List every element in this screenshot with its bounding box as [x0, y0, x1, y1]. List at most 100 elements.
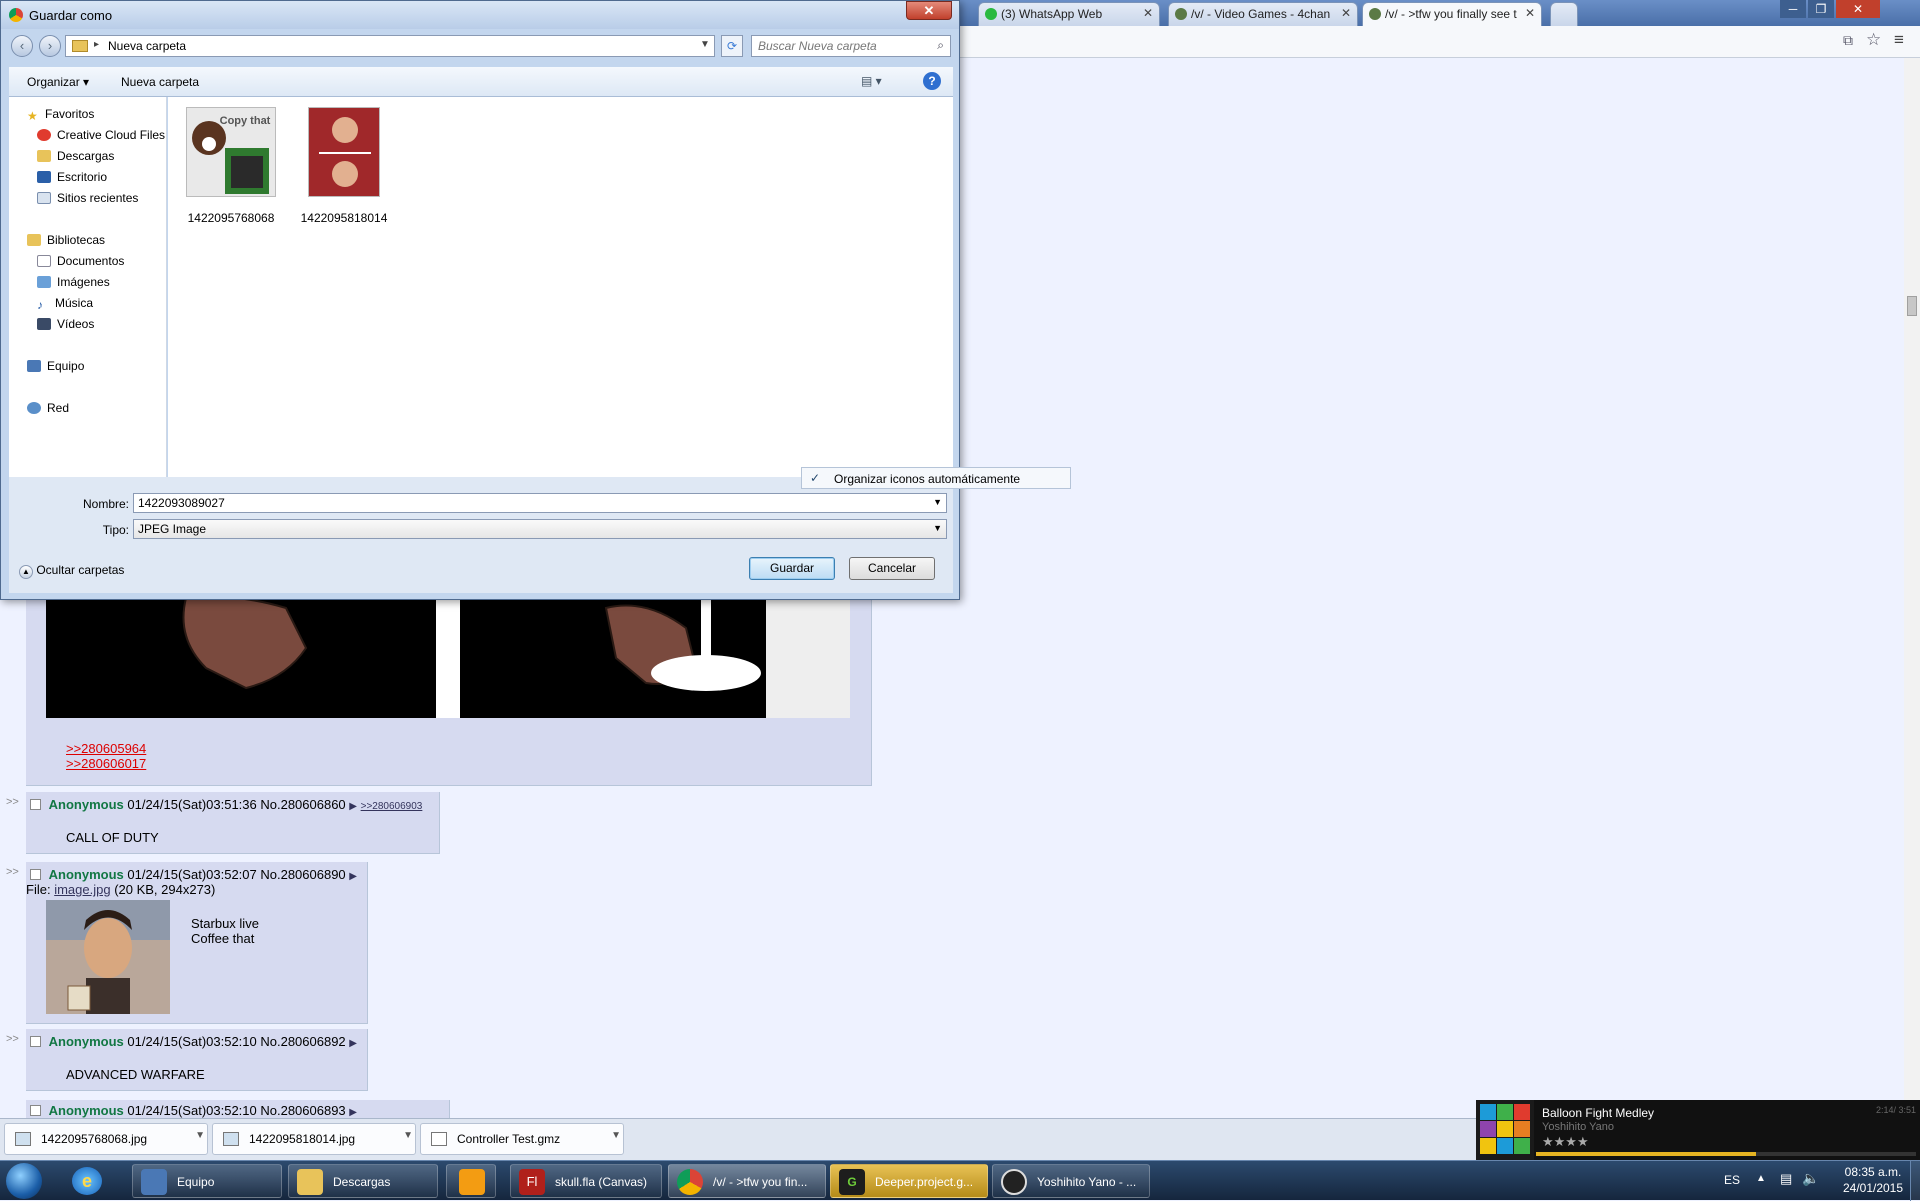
taskbar-computer[interactable]: Equipo — [132, 1164, 282, 1198]
back-button[interactable]: ‹ — [11, 35, 33, 57]
rating-stars[interactable]: ★★★★ — [1542, 1134, 1589, 1150]
cancel-button[interactable]: Cancelar — [849, 557, 935, 580]
file-link[interactable]: image.jpg — [54, 882, 110, 897]
post-menu-icon[interactable]: ▶ — [349, 1038, 357, 1049]
breadcrumb-chevron-icon[interactable]: ▸ — [94, 39, 99, 50]
post-thumbnail[interactable] — [46, 900, 170, 1014]
help-icon[interactable]: ? — [923, 72, 941, 90]
view-options-icon[interactable]: ▤ ▾ — [861, 74, 882, 88]
chevron-down-icon[interactable]: ▼ — [195, 1130, 205, 1141]
post-checkbox[interactable] — [30, 1036, 41, 1047]
clock-date[interactable]: 24/01/2015 — [1838, 1181, 1908, 1195]
backlink[interactable]: >>280606903 — [361, 801, 423, 812]
nav-pictures[interactable]: Imágenes — [37, 275, 110, 289]
op-quote-1[interactable]: >>280605964 — [66, 741, 146, 756]
close-window-icon[interactable]: ✕ — [1836, 0, 1880, 18]
taskbar-downloads[interactable]: Descargas — [288, 1164, 438, 1198]
chevron-down-icon[interactable]: ▼ — [611, 1130, 621, 1141]
windows-taskbar: e Equipo Descargas Fl skull.fla (Canvas) … — [0, 1160, 1920, 1201]
organize-menu[interactable]: Organizar ▾ — [27, 75, 89, 89]
close-tab-icon[interactable]: ✕ — [1341, 6, 1351, 20]
op-quote-2[interactable]: >>280606017 — [66, 756, 146, 771]
volume-icon[interactable]: 🔈 — [1802, 1170, 1819, 1187]
taskbar-flash[interactable]: Fl skull.fla (Canvas) — [510, 1164, 662, 1198]
post-menu-icon[interactable]: ▶ — [349, 871, 357, 882]
chevron-down-icon[interactable]: ▼ — [403, 1130, 413, 1141]
reply-post-with-image: Anonymous 01/24/15(Sat)03:52:07 No.28060… — [26, 862, 368, 1024]
post-menu-icon[interactable]: ▶ — [349, 801, 357, 812]
chevron-down-icon[interactable]: ▼ — [933, 523, 942, 533]
tab-whatsapp[interactable]: (3) WhatsApp Web ✕ — [978, 2, 1160, 26]
download-item[interactable]: 1422095768068.jpg ▼ — [4, 1123, 208, 1155]
op-image[interactable] — [46, 588, 850, 718]
nav-downloads[interactable]: Descargas — [37, 149, 114, 163]
restore-icon[interactable]: ❐ — [1808, 0, 1834, 18]
post-checkbox[interactable] — [30, 1105, 41, 1116]
breadcrumb[interactable]: Nueva carpeta — [108, 39, 186, 53]
tab-4chan-v[interactable]: /v/ - Video Games - 4chan ✕ — [1168, 2, 1358, 26]
folder-icon — [297, 1169, 323, 1195]
dialog-titlebar: Guardar como — [1, 1, 959, 29]
close-icon[interactable]: ✕ — [906, 1, 952, 20]
nav-computer[interactable]: Equipo — [27, 359, 84, 373]
nav-network[interactable]: Red — [27, 401, 69, 415]
chevron-down-icon[interactable]: ▼ — [700, 39, 710, 50]
nav-videos[interactable]: Vídeos — [37, 317, 94, 331]
taskbar-music-app[interactable]: Yoshihito Yano - ... — [992, 1164, 1150, 1198]
language-indicator[interactable]: ES — [1724, 1173, 1740, 1187]
taskbar-media-player[interactable] — [446, 1164, 496, 1198]
new-tab-button[interactable] — [1550, 2, 1578, 26]
dialog-footer: Nombre: 1422093089027 ▼ Tipo: JPEG Image… — [9, 477, 953, 593]
recent-places-icon — [37, 192, 51, 204]
chrome-icon — [9, 8, 23, 22]
nav-music[interactable]: ♪ Música — [37, 296, 93, 312]
post-checkbox[interactable] — [30, 869, 41, 880]
progress-bar[interactable] — [1536, 1152, 1916, 1156]
address-bar[interactable]: ▸ Nueva carpeta ▼ — [65, 35, 715, 57]
music-app-icon — [1001, 1169, 1027, 1195]
download-item[interactable]: 1422095818014.jpg ▼ — [212, 1123, 416, 1155]
scrollbar-thumb[interactable] — [1907, 296, 1917, 316]
post-menu-icon[interactable]: ▶ — [349, 1107, 357, 1118]
videos-icon — [37, 318, 51, 330]
download-item[interactable]: Controller Test.gmz ▼ — [420, 1123, 624, 1155]
context-menu-item-auto-arrange[interactable]: ✓ Organizar iconos automáticamente — [801, 467, 1071, 489]
new-folder-button[interactable]: Nueva carpeta — [121, 75, 199, 89]
show-hidden-icons-icon[interactable]: ▲ — [1756, 1173, 1766, 1184]
hide-folders-toggle[interactable]: ▲ Ocultar carpetas — [19, 563, 124, 579]
network-tray-icon[interactable]: ▤ — [1780, 1171, 1792, 1187]
poster-name: Anonymous — [48, 797, 124, 812]
show-desktop-button[interactable] — [1910, 1161, 1920, 1201]
internet-explorer-icon[interactable]: e — [72, 1167, 102, 1195]
post-meta: 01/24/15(Sat)03:52:10 No.280606893 — [127, 1103, 346, 1118]
minimize-icon[interactable]: ─ — [1780, 0, 1806, 18]
navigation-pane: ★ Favoritos Creative Cloud Files Descarga… — [9, 97, 167, 477]
close-tab-icon[interactable]: ✕ — [1143, 6, 1153, 20]
poster-name: Anonymous — [48, 867, 124, 882]
bookmark-star-icon[interactable]: ☆ — [1866, 30, 1881, 50]
nav-libraries[interactable]: Bibliotecas — [27, 233, 105, 247]
chevron-down-icon[interactable]: ▼ — [933, 497, 942, 507]
nav-desktop[interactable]: Escritorio — [37, 170, 107, 184]
nav-recent-places[interactable]: Sitios recientes — [37, 191, 138, 205]
start-button[interactable] — [6, 1163, 42, 1199]
close-tab-icon[interactable]: ✕ — [1525, 6, 1535, 20]
forward-button[interactable]: › — [39, 35, 61, 57]
nav-creative-cloud[interactable]: Creative Cloud Files — [37, 128, 165, 142]
page-scrollbar[interactable] — [1904, 58, 1920, 1108]
nav-favorites[interactable]: ★ Favoritos — [27, 107, 94, 123]
search-input[interactable]: Buscar Nueva carpeta ⌕ — [751, 35, 951, 57]
taskbar-gamemaker[interactable]: G Deeper.project.g... — [830, 1164, 988, 1198]
save-button[interactable]: Guardar — [749, 557, 835, 580]
tab-4chan-thread[interactable]: /v/ - >tfw you finally see t ✕ — [1362, 2, 1542, 26]
nav-documents[interactable]: Documentos — [37, 254, 124, 268]
filetype-select[interactable]: JPEG Image ▼ — [133, 519, 947, 539]
menu-icon[interactable]: ≡ — [1894, 30, 1904, 50]
filename-input[interactable]: 1422093089027 ▼ — [133, 493, 947, 513]
page-action-icon[interactable]: ⧉ — [1843, 32, 1853, 49]
post-checkbox[interactable] — [30, 799, 41, 810]
refresh-icon[interactable]: ⟳ — [721, 35, 743, 57]
taskbar-chrome[interactable]: /v/ - >tfw you fin... — [668, 1164, 826, 1198]
computer-icon — [141, 1169, 167, 1195]
clock-time[interactable]: 08:35 a.m. — [1838, 1165, 1908, 1179]
